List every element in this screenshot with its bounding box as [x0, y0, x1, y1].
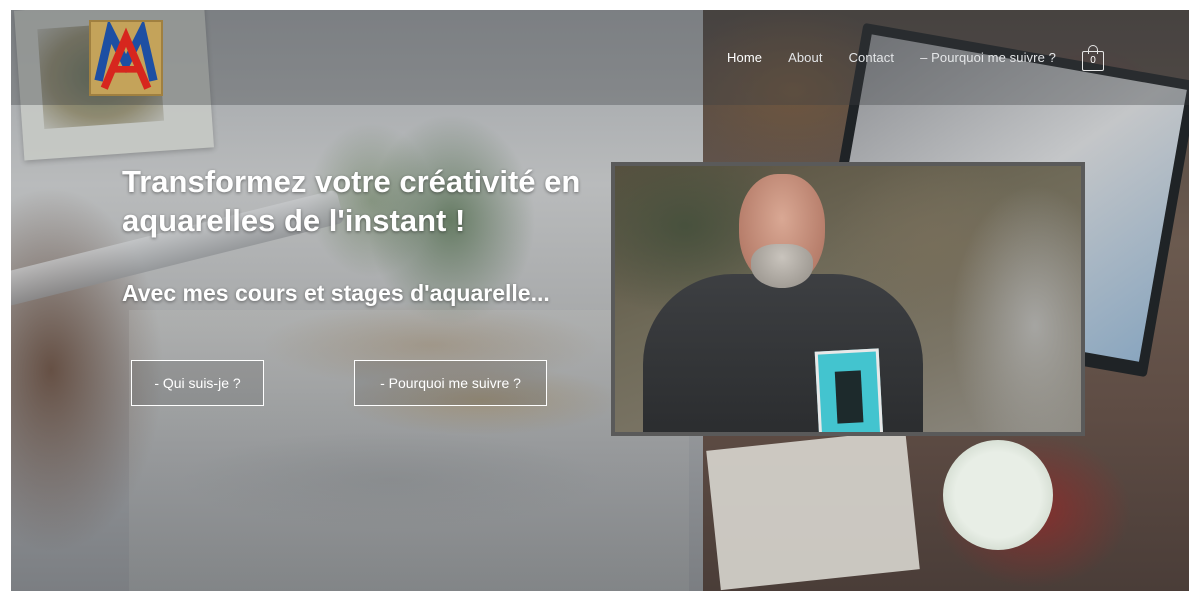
- paint-plate: [943, 440, 1053, 550]
- video-player[interactable]: [611, 162, 1085, 436]
- sketchbook: [814, 348, 884, 432]
- site-logo[interactable]: [89, 20, 163, 96]
- cart-count: 0: [1090, 55, 1096, 66]
- am-logo-icon: [91, 22, 161, 94]
- hero-section: Home About Contact – Pourquoi me suivre …: [11, 10, 1189, 591]
- painting-sheet: [129, 310, 689, 591]
- nav-pourquoi[interactable]: – Pourquoi me suivre ?: [920, 50, 1056, 65]
- person-beard: [751, 244, 813, 288]
- nav-home[interactable]: Home: [727, 50, 762, 65]
- pourquoi-me-suivre-button[interactable]: - Pourquoi me suivre ?: [354, 360, 547, 406]
- nav-contact[interactable]: Contact: [849, 50, 895, 65]
- video-frame: [615, 166, 1081, 432]
- qui-suis-je-button[interactable]: - Qui suis-je ?: [131, 360, 264, 406]
- main-nav: Home About Contact – Pourquoi me suivre …: [727, 50, 1082, 65]
- hero-title: Transformez votre créativité en aquarell…: [122, 164, 581, 238]
- paper-sheet: [706, 429, 920, 591]
- hero-subtitle: Avec mes cours et stages d'aquarelle...: [122, 280, 550, 306]
- shopping-bag-icon[interactable]: 0: [1082, 45, 1104, 71]
- nav-about[interactable]: About: [788, 50, 822, 65]
